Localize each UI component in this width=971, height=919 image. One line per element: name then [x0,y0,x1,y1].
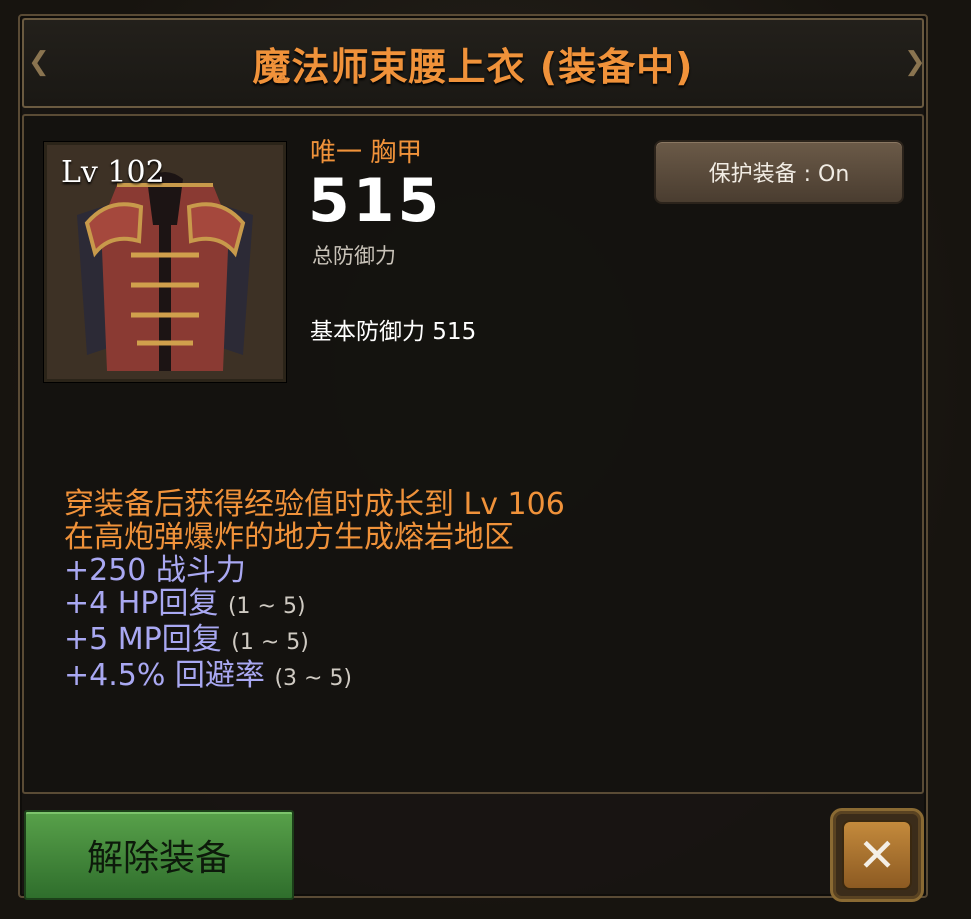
item-info-section: Lv 102 唯一 胸甲 515 总防御力 基本防御力 515 保护装备: O… [22,114,924,794]
item-icon-frame: Lv 102 [44,142,286,382]
base-defense: 基本防御力 515 [310,319,477,345]
effect-combat-power: +250 战斗力 [64,553,246,588]
unequip-button[interactable]: 解除装备 [24,810,294,900]
item-title: 魔法师束腰上衣 (装备中) [252,44,694,89]
title-bar: ❮ 魔法师束腰上衣 (装备中) ❯ [22,18,926,108]
total-defense-label: 总防御力 [312,244,396,268]
effect-evasion: +4.5% 回避率 (3 ~ 5) [64,658,353,693]
close-button[interactable]: ✕ [830,808,924,902]
ornament-icon: ❮ [28,47,50,77]
effect-lava: 在高炮弹爆炸的地方生成熔岩地区 [64,520,514,555]
total-defense-value: 515 [308,166,443,236]
ornament-icon: ❯ [904,47,926,77]
close-x-icon: ✕ [842,820,912,890]
effect-growth: 穿装备后获得经验值时成长到 Lv 106 [64,487,565,522]
effect-hp-regen: +4 HP回复 (1 ~ 5) [64,586,306,621]
protect-equipment-button[interactable]: 保护装备 : On [654,140,904,204]
item-level: Lv 102 [61,155,165,190]
item-effects: 穿装备后获得经验值时成长到 Lv 106 在高炮弹爆炸的地方生成熔岩地区 +25… [64,488,565,695]
item-rarity-slot: 唯一 胸甲 [310,138,423,168]
effect-mp-regen: +5 MP回复 (1 ~ 5) [64,622,309,657]
